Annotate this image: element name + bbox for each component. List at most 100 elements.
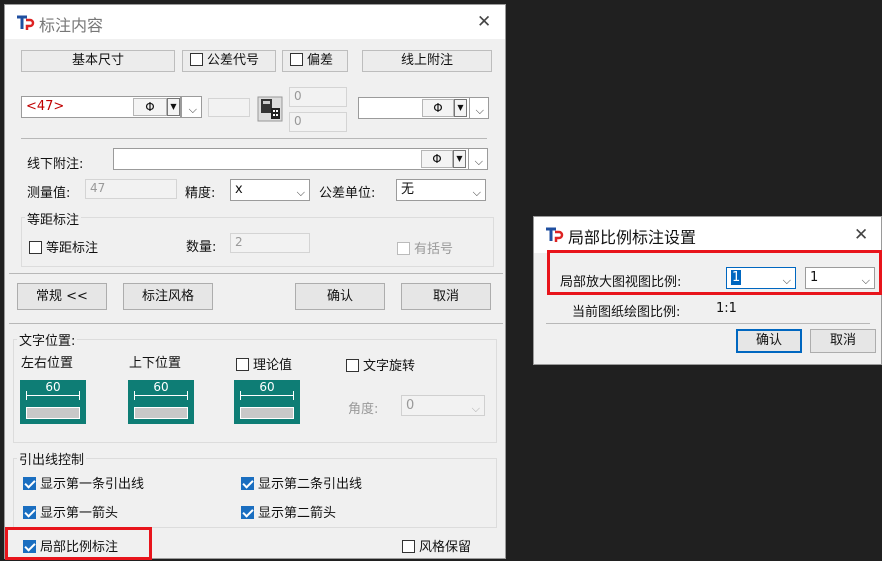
close-icon[interactable]: ✕: [854, 227, 868, 244]
deviation-checkbox[interactable]: [290, 53, 303, 66]
general-toggle-button[interactable]: 常规 <<: [17, 283, 107, 310]
position-icon-number: 60: [259, 380, 275, 394]
upper-note-header: 线上附注: [362, 50, 492, 72]
deviation-label: 偏差: [307, 53, 334, 68]
angle-select[interactable]: 0 ⌵: [401, 395, 485, 416]
lower-deviation-input[interactable]: 0: [289, 112, 347, 132]
leader-line-group-label: 引出线控制: [17, 449, 87, 468]
text-rotate-checkbox[interactable]: [346, 359, 359, 372]
dialog-title: 标注内容: [39, 16, 104, 35]
basic-size-value: <47>: [26, 99, 65, 114]
scale-dialog-title: 局部比例标注设置: [568, 228, 697, 247]
position-icon-number: 60: [153, 380, 169, 394]
tolerance-code-label: 公差代号: [207, 53, 260, 68]
precision-label: 精度:: [185, 186, 216, 201]
basic-size-input[interactable]: <47> Φ ▼: [21, 96, 181, 118]
equal-spacing-option[interactable]: 等距标注: [29, 237, 98, 256]
lower-note-phi-button[interactable]: Φ: [421, 150, 453, 168]
theory-value-label: 理论值: [253, 358, 293, 373]
show-leader2-option[interactable]: 显示第二条引出线: [241, 473, 362, 492]
show-leader1-checkbox[interactable]: [23, 477, 36, 490]
keep-style-checkbox[interactable]: [402, 540, 415, 553]
text-rotate-option[interactable]: 文字旋转: [346, 355, 415, 374]
tolerance-code-toggle[interactable]: 公差代号: [182, 50, 276, 72]
scale-title-bar: 局部比例标注设置 ✕: [534, 217, 881, 253]
show-arrow2-label: 显示第二箭头: [258, 506, 337, 521]
upper-note-phi-button[interactable]: Φ: [422, 99, 454, 117]
app-logo-icon: [546, 227, 564, 242]
bracket-label: 有括号: [414, 242, 454, 257]
lower-note-phi-dropdown-icon[interactable]: ▼: [453, 150, 466, 168]
show-arrow2-option[interactable]: 显示第二箭头: [241, 502, 336, 521]
tolerance-unit-select[interactable]: 无 ⌵: [396, 179, 486, 201]
show-leader2-checkbox[interactable]: [241, 477, 254, 490]
left-right-position-icon[interactable]: 60: [20, 380, 86, 424]
upper-deviation-input[interactable]: 0: [289, 87, 347, 107]
lower-note-label: 线下附注:: [27, 157, 84, 172]
title-bar: 标注内容 ✕: [5, 5, 505, 39]
phi-button[interactable]: Φ: [133, 98, 167, 116]
theory-value-option[interactable]: 理论值: [236, 354, 292, 373]
dimension-style-button[interactable]: 标注风格: [123, 283, 213, 310]
lower-note-input[interactable]: Φ ▼: [113, 148, 469, 170]
show-arrow1-option[interactable]: 显示第一箭头: [23, 502, 118, 521]
cancel-button[interactable]: 取消: [401, 283, 491, 310]
theory-value-icon[interactable]: 60: [234, 380, 300, 424]
text-position-group-label: 文字位置:: [17, 330, 78, 349]
text-rotate-label: 文字旋转: [363, 359, 416, 374]
count-input[interactable]: 2: [230, 233, 310, 253]
show-arrow2-checkbox[interactable]: [241, 506, 254, 519]
equal-spacing-group-label: 等距标注: [25, 209, 82, 228]
angle-label: 角度:: [348, 402, 379, 417]
chevron-down-icon: ⌵: [471, 402, 480, 415]
position-icon-number: 60: [45, 380, 61, 394]
lower-note-dropdown[interactable]: ⌵: [468, 148, 488, 170]
phi-dropdown-icon[interactable]: ▼: [167, 98, 180, 116]
angle-value: 0: [406, 398, 415, 413]
chevron-down-icon: ⌵: [296, 186, 305, 199]
size-dropdown[interactable]: ⌵: [181, 96, 202, 118]
separator: [9, 273, 503, 274]
close-icon[interactable]: ✕: [477, 14, 491, 31]
show-leader1-label: 显示第一条引出线: [40, 477, 145, 492]
chevron-down-icon: ⌵: [472, 186, 481, 199]
theory-value-checkbox[interactable]: [236, 358, 249, 371]
measured-value: 47: [90, 181, 106, 195]
show-arrow1-checkbox[interactable]: [23, 506, 36, 519]
calculator-icon[interactable]: [257, 96, 283, 122]
basic-size-header: 基本尺寸: [21, 50, 175, 72]
show-leader1-option[interactable]: 显示第一条引出线: [23, 473, 144, 492]
equal-spacing-checkbox[interactable]: [29, 241, 42, 254]
ratio-highlight: [547, 250, 882, 295]
chevron-down-icon: ⌵: [188, 103, 197, 116]
lower-deviation-value: 0: [294, 114, 302, 128]
upper-note-dropdown[interactable]: ⌵: [469, 97, 489, 119]
tolerance-code-input[interactable]: [208, 98, 250, 117]
separator: [546, 323, 870, 324]
bracket-option[interactable]: 有括号: [397, 238, 453, 257]
current-scale-value: 1:1: [716, 301, 737, 316]
bracket-checkbox[interactable]: [397, 242, 410, 255]
measured-label: 测量值:: [27, 186, 71, 201]
scale-cancel-button[interactable]: 取消: [810, 329, 876, 353]
separator: [21, 138, 487, 139]
count-label: 数量:: [186, 240, 217, 255]
measured-input[interactable]: 47: [85, 179, 177, 199]
separator: [9, 323, 503, 324]
show-arrow1-label: 显示第一箭头: [40, 506, 119, 521]
upper-note-phi-dropdown-icon[interactable]: ▼: [454, 99, 467, 117]
equal-spacing-checkbox-label: 等距标注: [46, 241, 99, 256]
current-scale-label: 当前图纸绘图比例:: [572, 305, 681, 320]
precision-select[interactable]: x ⌵: [230, 179, 310, 201]
show-leader2-label: 显示第二条引出线: [258, 477, 363, 492]
deviation-toggle[interactable]: 偏差: [282, 50, 348, 72]
keep-style-option[interactable]: 风格保留: [402, 536, 471, 555]
left-right-position-label: 左右位置: [21, 356, 74, 371]
ok-button[interactable]: 确认: [295, 283, 385, 310]
chevron-down-icon: ⌵: [474, 155, 483, 168]
precision-value: x: [235, 182, 243, 197]
tolerance-code-checkbox[interactable]: [190, 53, 203, 66]
up-down-position-icon[interactable]: 60: [128, 380, 194, 424]
scale-ok-button[interactable]: 确认: [736, 329, 802, 353]
upper-note-input[interactable]: Φ ▼: [358, 97, 470, 119]
